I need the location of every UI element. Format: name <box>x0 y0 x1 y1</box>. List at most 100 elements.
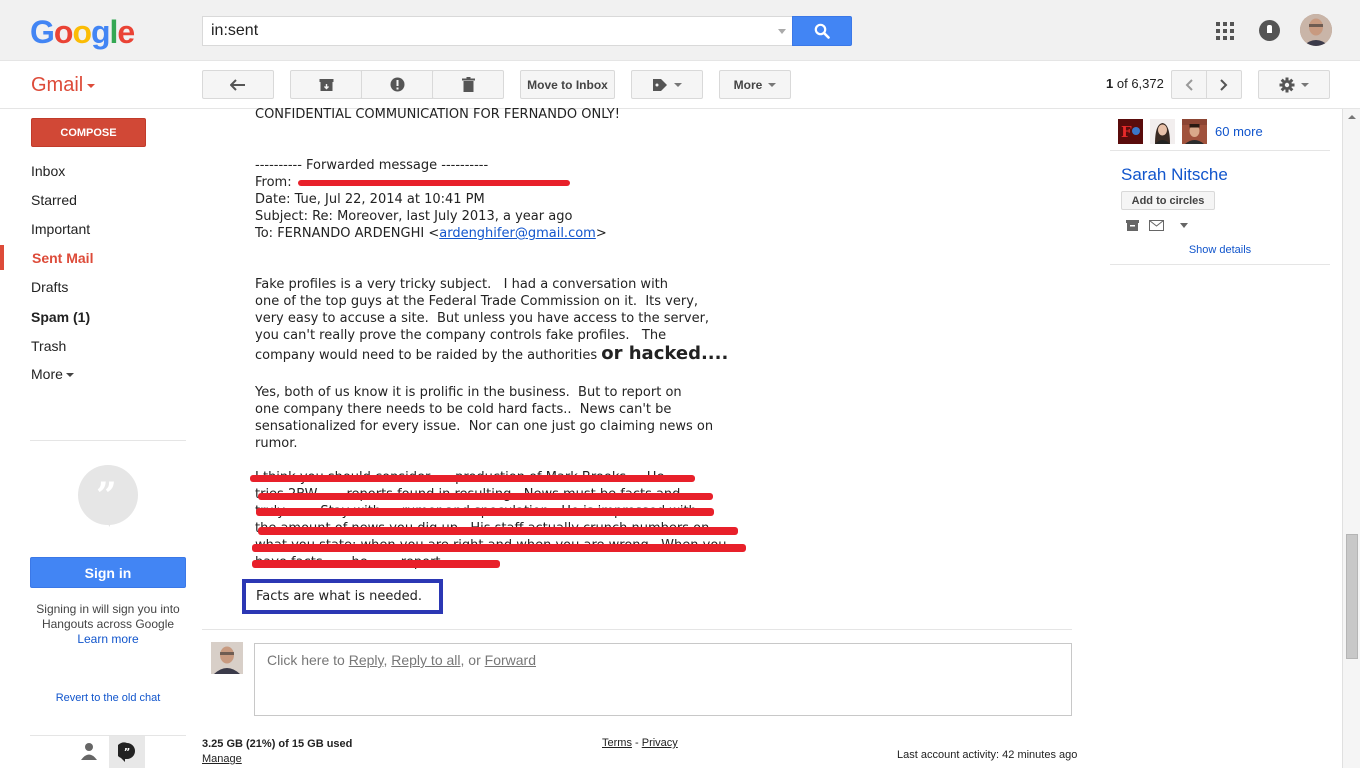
highlighted-quote: Facts are what is needed. <box>256 589 423 604</box>
sidebar-item-spam[interactable]: Spam (1) <box>31 309 90 325</box>
older-button[interactable] <box>1206 70 1242 99</box>
notifications-bell-icon[interactable] <box>1259 20 1280 41</box>
labels-button[interactable] <box>631 70 703 99</box>
emphasized-text: or hacked.... <box>601 343 729 364</box>
participant-avatar[interactable]: F <box>1118 119 1143 144</box>
sidebar-item-trash[interactable]: Trash <box>31 338 66 354</box>
chevron-left-icon <box>1185 78 1193 91</box>
more-actions-label: More <box>733 77 763 92</box>
reply-prompt: Click here to Reply, Reply to all, or Fo… <box>267 652 536 668</box>
apps-grid-icon[interactable] <box>1216 22 1234 40</box>
sign-in-info: Signing in will sign you into Hangouts a… <box>30 602 186 647</box>
sidebar-divider <box>30 440 186 441</box>
back-button[interactable] <box>202 70 274 99</box>
google-logo[interactable]: Google <box>30 14 135 51</box>
terms-link[interactable]: Terms <box>602 737 632 749</box>
scrollbar-thumb[interactable] <box>1346 534 1358 659</box>
gmail-label: Gmail <box>31 74 84 96</box>
sidebar-more-label: More <box>31 366 63 382</box>
hangouts-sign-in-button[interactable]: Sign in <box>30 557 186 588</box>
to-prefix: To: FERNANDO ARDENGHI < <box>255 226 440 241</box>
body-line: one company there needs to be cold hard … <box>255 402 672 417</box>
storage-usage: 3.25 GB (21%) of 15 GB used Manage <box>202 737 352 767</box>
sidebar-item-drafts[interactable]: Drafts <box>31 279 68 295</box>
body-line: Fake profiles is a very tricky subject. … <box>255 277 669 292</box>
right-panel-divider <box>1110 150 1330 151</box>
chevron-right-icon <box>1220 78 1228 91</box>
to-email-link[interactable]: ardenghifer@gmail.com <box>439 226 596 241</box>
more-participants-link[interactable]: 60 more <box>1215 124 1263 139</box>
page-scrollbar[interactable] <box>1342 109 1360 768</box>
toolbar-divider <box>0 108 1360 109</box>
svg-text:F: F <box>1121 123 1132 141</box>
body-line: one of the top guys at the Federal Trade… <box>255 294 699 309</box>
forwarded-header: ---------- Forwarded message ---------- <box>255 158 489 173</box>
body-line: sensationalized for every issue. Nor can… <box>255 419 714 434</box>
move-to-inbox-button[interactable]: Move to Inbox <box>520 70 615 99</box>
move-to-inbox-label: Move to Inbox <box>527 77 608 92</box>
sidebar-item-inbox[interactable]: Inbox <box>31 163 65 179</box>
archive-button[interactable] <box>290 70 362 99</box>
sidebar-item-more[interactable]: More <box>31 366 74 382</box>
search-button[interactable] <box>792 16 852 46</box>
participant-avatar[interactable] <box>1182 119 1207 144</box>
contact-name[interactable]: Sarah Nitsche <box>1121 165 1228 185</box>
archive-icon <box>319 78 333 91</box>
pagination-count: 1 of 6,372 <box>1106 76 1164 91</box>
contact-actions <box>1126 220 1188 231</box>
compose-button[interactable]: COMPOSE <box>31 118 146 147</box>
account-avatar[interactable] <box>1300 14 1332 46</box>
page-current: 1 <box>1106 76 1114 91</box>
chevron-down-icon[interactable] <box>1180 223 1188 228</box>
reply-link[interactable]: Reply <box>349 652 384 668</box>
sidebar-item-important[interactable]: Important <box>31 221 90 237</box>
scroll-up-arrow-icon[interactable] <box>1348 115 1356 119</box>
hangouts-tab[interactable]: ” <box>109 736 145 768</box>
reply-all-link[interactable]: Reply to all <box>391 652 460 668</box>
reply-separator: , or <box>460 652 485 668</box>
delete-button[interactable] <box>432 70 504 99</box>
archive-icon[interactable] <box>1126 220 1139 231</box>
back-arrow-icon <box>230 78 245 91</box>
report-spam-button[interactable] <box>361 70 433 99</box>
subject-line: Subject: Re: Moreover, last July 2013, a… <box>255 209 573 224</box>
settings-button[interactable] <box>1258 70 1330 99</box>
learn-more-link[interactable]: Learn more <box>77 632 138 646</box>
show-details-link[interactable]: Show details <box>1110 244 1330 256</box>
search-options-caret-icon[interactable] <box>778 29 786 34</box>
redaction-mark <box>252 560 500 568</box>
svg-text:”: ” <box>124 747 131 758</box>
participant-avatar[interactable] <box>1150 119 1175 144</box>
reply-prefix: Click here to <box>267 652 349 668</box>
reply-box[interactable]: Click here to Reply, Reply to all, or Fo… <box>254 643 1072 716</box>
hangouts-quote-icon: ” <box>78 465 138 527</box>
add-to-circles-button[interactable]: Add to circles <box>1121 191 1215 210</box>
contacts-person-icon[interactable] <box>80 742 98 762</box>
gear-icon <box>1279 77 1295 92</box>
search-box <box>202 16 792 46</box>
sidebar-item-sent-mail[interactable]: Sent Mail <box>32 250 93 266</box>
report-spam-icon <box>390 77 404 92</box>
forward-link[interactable]: Forward <box>485 652 536 668</box>
newer-button[interactable] <box>1171 70 1207 99</box>
right-panel-divider <box>1110 264 1330 265</box>
redaction-mark <box>258 493 713 500</box>
revert-old-chat-link[interactable]: Revert to the old chat <box>30 692 186 704</box>
page-total: of 6,372 <box>1116 76 1164 91</box>
confidential-line: CONFIDENTIAL COMMUNICATION FOR FERNANDO … <box>255 107 620 122</box>
chevron-down-icon <box>768 82 777 87</box>
top-bar: Google <box>0 0 1360 61</box>
email-icon[interactable] <box>1149 220 1164 231</box>
reply-avatar <box>211 642 243 674</box>
manage-storage-link[interactable]: Manage <box>202 752 352 767</box>
gmail-menu[interactable]: Gmail <box>31 74 96 97</box>
storage-text: 3.25 GB (21%) of 15 GB used <box>202 738 353 750</box>
chevron-down-icon <box>65 373 74 378</box>
chat-tabs-divider <box>30 735 186 736</box>
privacy-link[interactable]: Privacy <box>642 737 678 749</box>
redaction-mark <box>258 527 738 535</box>
body-line: very easy to accuse a site. But unless y… <box>255 311 710 326</box>
sidebar-item-starred[interactable]: Starred <box>31 192 77 208</box>
more-actions-button[interactable]: More <box>719 70 791 99</box>
search-input[interactable] <box>203 17 763 45</box>
